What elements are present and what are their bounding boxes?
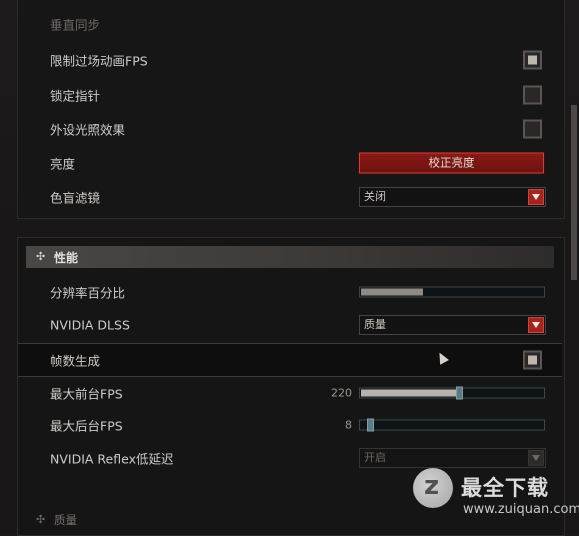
setting-label: 亮度 bbox=[50, 156, 76, 172]
site-watermark: 最全下载 www.zuiquan.com bbox=[405, 466, 579, 532]
setting-row-cutscene-fps-limit[interactable]: 限制过场动画FPS bbox=[18, 43, 562, 77]
colorblind-filter-dropdown[interactable]: 关闭 bbox=[359, 187, 546, 207]
resolution-scale-slider[interactable] bbox=[359, 286, 545, 298]
watermark-url: www.zuiquan.com bbox=[463, 502, 579, 517]
watermark-title: 最全下载 bbox=[461, 476, 549, 500]
setting-label: 垂直同步 bbox=[50, 17, 101, 33]
slider-value: 220 bbox=[331, 386, 352, 400]
setting-row-dlss: NVIDIA DLSS 质量 bbox=[18, 308, 562, 342]
chevron-down-icon[interactable] bbox=[528, 189, 544, 205]
slider-fill bbox=[361, 389, 457, 397]
setting-label: NVIDIA DLSS bbox=[50, 317, 130, 333]
section-title: 质量 bbox=[54, 513, 77, 527]
max-background-fps-slider[interactable] bbox=[359, 418, 545, 432]
quality-section-header[interactable]: ✣ 质量 bbox=[26, 509, 406, 531]
dropdown-value: 开启 bbox=[364, 451, 386, 464]
chevron-down-icon bbox=[528, 450, 544, 466]
dropdown-value: 关闭 bbox=[364, 190, 386, 203]
slider-handle[interactable] bbox=[367, 418, 374, 432]
expand-icon: ✣ bbox=[36, 250, 46, 263]
lock-cursor-checkbox[interactable] bbox=[523, 85, 542, 105]
setting-label: 色盲滤镜 bbox=[50, 190, 101, 206]
nvidia-reflex-dropdown: 开启 bbox=[359, 448, 546, 468]
setting-label: NVIDIA Reflex低延迟 bbox=[50, 451, 174, 467]
setting-row-resolution-scale: 分辨率百分比 bbox=[18, 275, 562, 309]
setting-label: 帧数生成 bbox=[50, 353, 101, 369]
chevron-down-icon[interactable] bbox=[528, 317, 544, 333]
setting-label: 分辨率百分比 bbox=[50, 285, 126, 301]
setting-label: 最大前台FPS bbox=[50, 386, 123, 402]
setting-label: 限制过场动画FPS bbox=[50, 53, 148, 69]
slider-value: 8 bbox=[345, 418, 352, 432]
setting-row-vsync[interactable]: 垂直同步 bbox=[18, 7, 562, 41]
setting-row-brightness: 亮度 校正亮度 bbox=[18, 146, 562, 180]
setting-row-colorblind-filter: 色盲滤镜 关闭 bbox=[18, 180, 562, 214]
scrollbar[interactable] bbox=[571, 105, 577, 280]
cutscene-fps-checkbox[interactable] bbox=[523, 50, 542, 70]
setting-label: 锁定指针 bbox=[50, 88, 101, 104]
slider-handle[interactable] bbox=[456, 386, 463, 400]
peripheral-lighting-checkbox[interactable] bbox=[523, 119, 542, 139]
setting-row-max-background-fps: 最大后台FPS 8 bbox=[18, 408, 562, 442]
setting-row-max-foreground-fps: 最大前台FPS 220 bbox=[18, 376, 562, 410]
performance-section-header[interactable]: ✣ 性能 bbox=[26, 246, 554, 268]
calibrate-brightness-button[interactable]: 校正亮度 bbox=[358, 151, 545, 175]
dropdown-value: 质量 bbox=[364, 318, 386, 331]
max-foreground-fps-slider[interactable] bbox=[359, 386, 545, 400]
frame-generation-checkbox[interactable] bbox=[523, 350, 542, 370]
setting-row-frame-generation[interactable]: 帧数生成 bbox=[18, 343, 562, 377]
setting-row-peripheral-lighting[interactable]: 外设光照效果 bbox=[18, 112, 562, 146]
setting-label: 最大后台FPS bbox=[50, 418, 123, 434]
dlss-dropdown[interactable]: 质量 bbox=[359, 315, 546, 335]
section-title: 性能 bbox=[54, 251, 79, 265]
setting-row-lock-cursor[interactable]: 锁定指针 bbox=[18, 78, 562, 112]
setting-label: 外设光照效果 bbox=[50, 122, 126, 138]
zuiquan-logo-icon bbox=[413, 468, 453, 508]
expand-icon: ✣ bbox=[36, 513, 46, 526]
slider-fill bbox=[361, 288, 423, 296]
